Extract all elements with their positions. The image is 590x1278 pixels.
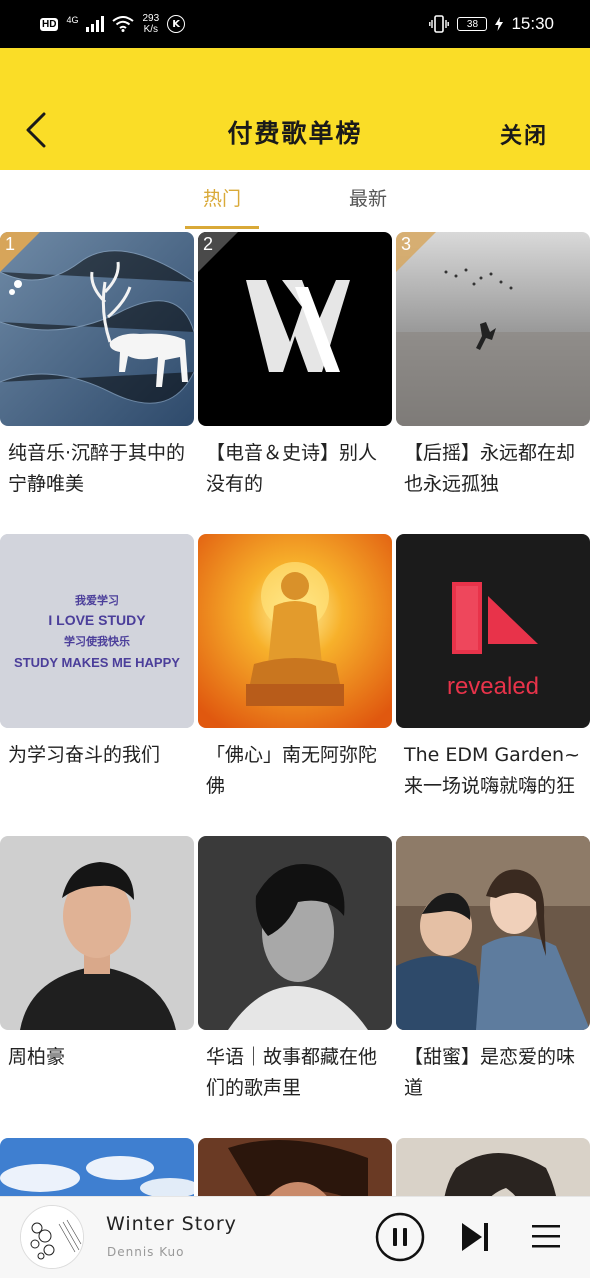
playlist-cover: 1: [0, 232, 194, 426]
playlist-card[interactable]: 华语｜故事都藏在他们的歌声里: [198, 836, 392, 1104]
playlist-title: The EDM Garden~来一场说嗨就嗨的狂: [404, 744, 581, 797]
playlist-cover: 3: [396, 232, 590, 426]
rank-number: 1: [5, 234, 16, 254]
battery-indicator: 38: [457, 17, 488, 31]
cover-text-revealed: revealed: [447, 673, 539, 700]
playlist-cover: revealed: [396, 534, 590, 728]
playlist-title: 「佛心」南无阿弥陀佛: [206, 744, 378, 797]
signal-icon: [86, 16, 105, 32]
playlist-card[interactable]: 1 纯音乐·沉醉于其中的宁静唯美: [0, 232, 194, 500]
cover-text-line-1: 我爱学习: [75, 593, 119, 607]
clock: 15:30: [511, 14, 554, 33]
cover-text-line-2: I LOVE STUDY: [48, 612, 146, 628]
playlist-menu-icon[interactable]: [532, 1223, 560, 1249]
close-button[interactable]: 关闭: [500, 118, 548, 150]
playlist-cover: [198, 836, 392, 1030]
mini-player[interactable]: Winter Story Dennis Kuo: [0, 1196, 590, 1278]
playlist-card[interactable]: 3 【后摇】永远都在却也永远孤独: [396, 232, 590, 500]
pause-icon[interactable]: [375, 1212, 425, 1262]
playlist-cover: 我爱学习 I LOVE STUDY 学习使我快乐 STUDY MAKES ME …: [0, 534, 194, 728]
playlist-cover: [198, 534, 392, 728]
playlist-cover: [396, 836, 590, 1030]
rank-number: 2: [203, 234, 214, 254]
song-artist: Dennis Kuo: [107, 1245, 185, 1259]
playlist-title: 为学习奋斗的我们: [8, 744, 161, 766]
app-header: 付费歌单榜 关闭: [0, 48, 590, 170]
playlist-card[interactable]: 周柏豪: [0, 836, 194, 1104]
hd-badge: HD: [40, 17, 59, 31]
playlist-card[interactable]: revealed The EDM Garden~来一场说嗨就嗨的狂: [396, 534, 590, 802]
vibrate-icon: [429, 15, 450, 33]
playlist-title: 华语｜故事都藏在他们的歌声里: [206, 1046, 378, 1099]
song-title: Winter Story: [106, 1213, 237, 1235]
playlist-cover: [0, 836, 194, 1030]
playlist-title: 周柏豪: [8, 1046, 66, 1068]
now-playing-cover[interactable]: [20, 1205, 84, 1269]
cover-text-line-3: 学习使我快乐: [64, 634, 130, 648]
next-track-icon[interactable]: [460, 1221, 490, 1253]
playlist-cover: 2: [198, 232, 392, 426]
playlist-card[interactable]: 我爱学习 I LOVE STUDY 学习使我快乐 STUDY MAKES ME …: [0, 534, 194, 802]
k-app-icon: K: [167, 15, 186, 33]
playlist-title: 【甜蜜】是恋爱的味道: [404, 1046, 576, 1099]
active-tab-indicator: [185, 226, 259, 229]
tab-hot[interactable]: 热门: [172, 184, 272, 211]
status-bar: HD 4G 293 K/s K 38 15:30: [0, 0, 590, 48]
tab-latest[interactable]: 最新: [318, 184, 418, 211]
cover-text-line-4: STUDY MAKES ME HAPPY: [14, 655, 180, 670]
playlist-card[interactable]: 2 【电音＆史诗】别人没有的: [198, 232, 392, 500]
playlist-card[interactable]: 「佛心」南无阿弥陀佛: [198, 534, 392, 802]
playlist-card[interactable]: 【甜蜜】是恋爱的味道: [396, 836, 590, 1104]
wifi-icon: [112, 16, 135, 32]
network-type: 4G: [66, 15, 79, 25]
playlist-title: 【电音＆史诗】别人没有的: [206, 442, 378, 495]
playlist-title: 纯音乐·沉醉于其中的宁静唯美: [8, 442, 186, 495]
playlist-title: 【后摇】永远都在却也永远孤独: [404, 442, 576, 495]
network-speed: 293 K/s: [142, 13, 160, 35]
charging-icon: [495, 17, 504, 31]
rank-number: 3: [401, 234, 412, 254]
tab-bar: 热门 最新: [0, 170, 590, 230]
